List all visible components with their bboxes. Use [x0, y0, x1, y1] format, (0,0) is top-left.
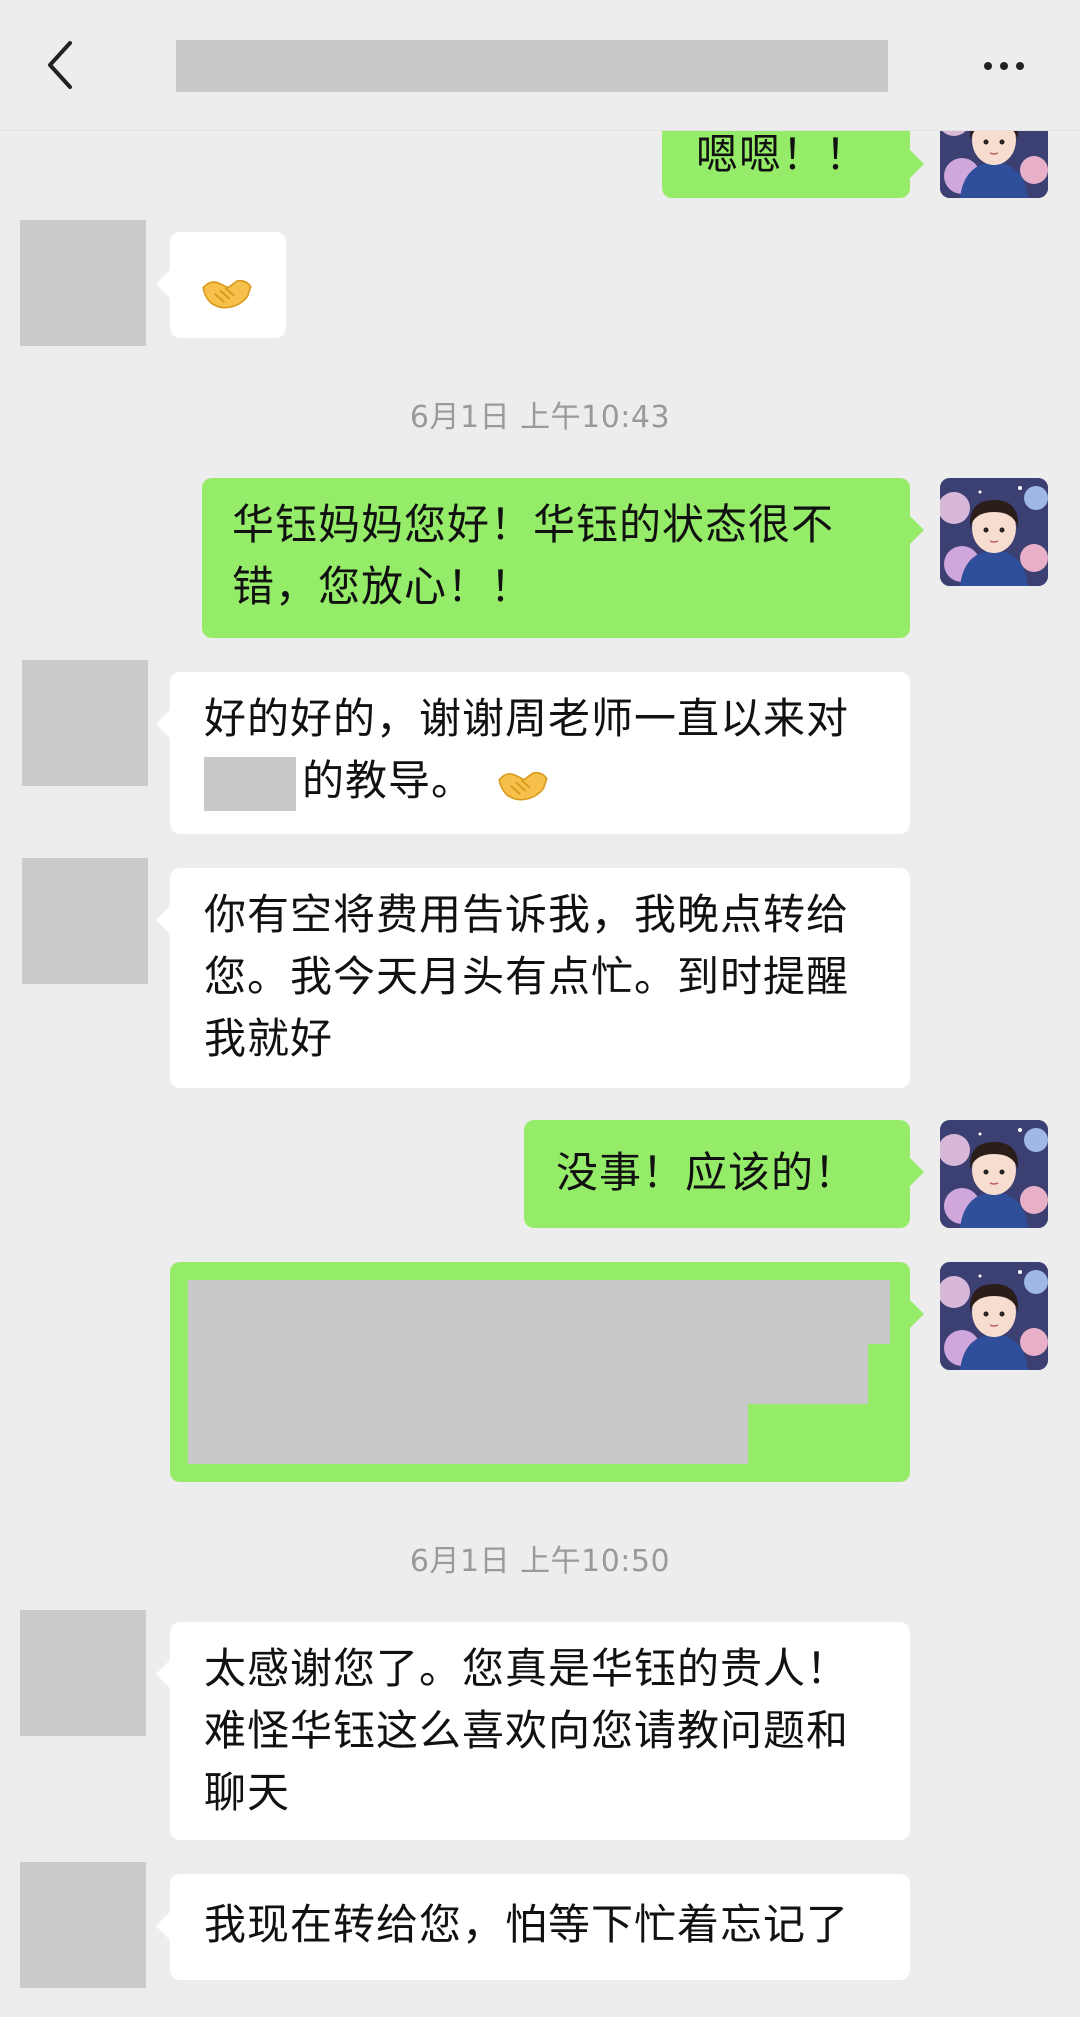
received-message[interactable]: 你有空将费用告诉我，我晚点转给您。我今天月头有点忙。到时提醒我就好	[156, 868, 910, 1088]
contact-avatar[interactable]	[22, 660, 148, 786]
contact-avatar[interactable]	[22, 858, 148, 984]
back-button[interactable]	[30, 30, 90, 100]
received-message[interactable]: 好的好的，谢谢周老师一直以来对 的教导。	[156, 672, 910, 834]
more-horizontal-icon	[984, 62, 992, 70]
timestamp: 6月1日 上午10:43	[409, 400, 671, 435]
more-button[interactable]	[972, 40, 1036, 92]
redacted-name	[204, 756, 296, 811]
handshake-emoji	[496, 762, 550, 806]
received-message[interactable]	[156, 232, 286, 338]
sent-message[interactable]: 没事！应该的！	[524, 1120, 924, 1228]
more-dot	[1000, 62, 1008, 70]
received-message[interactable]: 太感谢您了。您真是华钰的贵人！难怪华钰这么喜欢向您请教问题和聊天	[156, 1622, 910, 1840]
handshake-emoji	[200, 270, 254, 314]
my-avatar[interactable]	[940, 1120, 1048, 1228]
chat-title-redacted	[176, 40, 888, 92]
received-message[interactable]: 我现在转给您，怕等下忙着忘记了	[156, 1874, 910, 1980]
more-dot	[1016, 62, 1024, 70]
redacted-content	[188, 1404, 748, 1464]
contact-avatar[interactable]	[20, 1862, 146, 1988]
contact-avatar[interactable]	[20, 220, 146, 346]
sent-message-redacted[interactable]	[170, 1262, 924, 1482]
sent-message[interactable]: 华钰妈妈您好！华钰的状态很不错，您放心！！	[202, 478, 924, 638]
contact-avatar[interactable]	[20, 1610, 146, 1736]
chevron-left-icon	[48, 41, 72, 89]
redacted-content	[188, 1344, 868, 1404]
my-avatar[interactable]	[940, 1262, 1048, 1370]
message-line: 的教导。	[204, 750, 880, 812]
timestamp: 6月1日 上午10:50	[409, 1544, 671, 1579]
chat-header	[0, 0, 1080, 131]
redacted-content	[188, 1280, 890, 1344]
my-avatar[interactable]	[940, 478, 1048, 586]
message-list[interactable]: 嗯嗯！！ 6月1日 上午10:43 华钰妈妈您好！华钰的状态很不错，您放心！！ …	[0, 0, 1080, 2017]
